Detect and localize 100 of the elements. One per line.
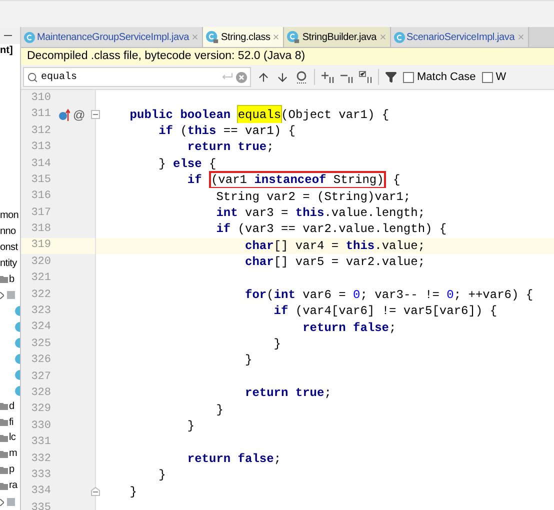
code-line: } (216, 402, 224, 419)
tree-item[interactable]: p (9, 465, 14, 476)
close-icon[interactable] (272, 33, 280, 41)
editor-tab[interactable]: StringBuilder.java (284, 27, 391, 47)
find-all-icon[interactable] (295, 70, 308, 84)
class-lock-icon (287, 30, 300, 44)
code-line: return false; (302, 320, 396, 337)
decompiled-notice: Decompiled .class file, bytecode version: 52.0 (Java 8) (27, 48, 306, 64)
line-number: 326 (30, 353, 51, 368)
class-icon (13, 306, 20, 316)
line-number: 312 (30, 124, 51, 139)
line-number: 330 (30, 418, 51, 434)
tree-item[interactable]: onst (0, 242, 18, 253)
code-line: if (var4[var6] != var5[var6]) { (274, 303, 498, 320)
annotation-marker: @ (73, 106, 86, 124)
line-number: 327 (30, 370, 51, 385)
checkbox[interactable] (403, 72, 414, 82)
tree-item[interactable]: mon (0, 211, 19, 222)
class-icon (13, 370, 20, 380)
code-line: } else { (158, 156, 216, 173)
code-line: } (187, 418, 195, 436)
line-number: 335 (30, 500, 51, 510)
code-line: String var2 = (String)var1; (216, 188, 411, 206)
line-number: 325 (30, 336, 51, 352)
select-all-icon[interactable] (359, 71, 372, 83)
class-icon (13, 354, 20, 364)
code-text: { (393, 172, 400, 190)
folder-icon (0, 403, 8, 410)
class-icon (13, 386, 20, 396)
class-icon (13, 322, 20, 332)
line-number: 331 (30, 435, 51, 450)
checkbox[interactable] (482, 72, 493, 82)
code-line: } (158, 467, 166, 484)
line-number: 329 (30, 402, 51, 418)
code-text: (Object var1) { (281, 106, 390, 124)
search-input[interactable]: equals (41, 70, 219, 84)
editor-tab[interactable]: ScenarioServiceImpl.java (390, 27, 529, 47)
code-line: for(int var6 = 0; var3-- != 0; ++var6) { (245, 286, 534, 304)
folder-icon (0, 276, 8, 284)
search-icon (27, 72, 38, 82)
line-number: 314 (30, 156, 51, 172)
line-number: 333 (30, 468, 51, 483)
fold-marker-icon[interactable] (91, 110, 100, 120)
tree-item[interactable]: b (9, 274, 14, 285)
option-label: W (496, 70, 506, 85)
class-icon (24, 32, 35, 42)
tree-item[interactable]: m (9, 449, 18, 460)
line-number: 324 (30, 320, 51, 336)
line-number: 315 (30, 172, 51, 188)
line-number: 321 (30, 271, 51, 286)
option-label: Match Case (417, 70, 476, 85)
folder-icon (0, 466, 8, 474)
line-number: 313 (30, 140, 51, 156)
panel-title: nt] (0, 46, 13, 56)
code-line: } (130, 484, 137, 501)
line-number: 311 (30, 107, 51, 122)
line-number: 320 (30, 254, 51, 270)
class-icon (13, 338, 20, 348)
tree-item[interactable]: ra (9, 481, 18, 492)
tree-item[interactable]: fi (9, 418, 14, 428)
clear-icon[interactable] (236, 72, 247, 82)
line-number: 316 (30, 189, 51, 204)
package-icon (7, 498, 15, 506)
filter-icon[interactable] (385, 71, 397, 83)
tree-item[interactable]: lc (9, 433, 16, 444)
line-number: 318 (30, 222, 51, 238)
code-text: if (187, 172, 202, 190)
line-number: 328 (30, 386, 51, 401)
line-number: 319 (30, 238, 51, 254)
line-number: 334 (30, 484, 51, 500)
line-number: 332 (30, 452, 51, 467)
line-number: 317 (30, 206, 51, 221)
code-line: return true; (187, 139, 274, 156)
line-number: 322 (30, 288, 51, 303)
next-occurrence-icon[interactable] (276, 70, 289, 84)
code-text: public boolean (130, 106, 232, 124)
overrides-icon[interactable] (59, 108, 70, 121)
class-icon (394, 32, 405, 42)
package-icon (7, 291, 15, 300)
add-selection-icon[interactable] (321, 71, 334, 83)
search-field[interactable]: equals (23, 67, 251, 87)
tree-item[interactable]: nno (0, 226, 16, 237)
code-line: return true; (245, 385, 332, 402)
code-line: char[] var5 = var2.value; (245, 254, 426, 272)
editor-tab[interactable]: MaintenanceGroupServiceImpl.java (21, 27, 204, 47)
code-line: if (var3 == var2.value.length) { (216, 221, 447, 238)
editor-tab[interactable]: String.class (203, 27, 284, 47)
tree-item[interactable]: ntity (0, 258, 17, 269)
folder-icon (0, 450, 8, 458)
code-line: } (274, 336, 281, 354)
search-match: equals (238, 106, 282, 124)
class-lock-icon (206, 30, 220, 44)
tree-item[interactable]: d (9, 402, 14, 412)
fold-marker-icon[interactable] (91, 487, 100, 496)
previous-occurrence-icon[interactable] (257, 70, 270, 84)
code-line: if (this == var1) { (158, 122, 296, 140)
code-line: } (245, 352, 252, 370)
line-number: 310 (30, 90, 51, 106)
folder-icon (0, 482, 8, 490)
line-number: 323 (30, 304, 51, 320)
